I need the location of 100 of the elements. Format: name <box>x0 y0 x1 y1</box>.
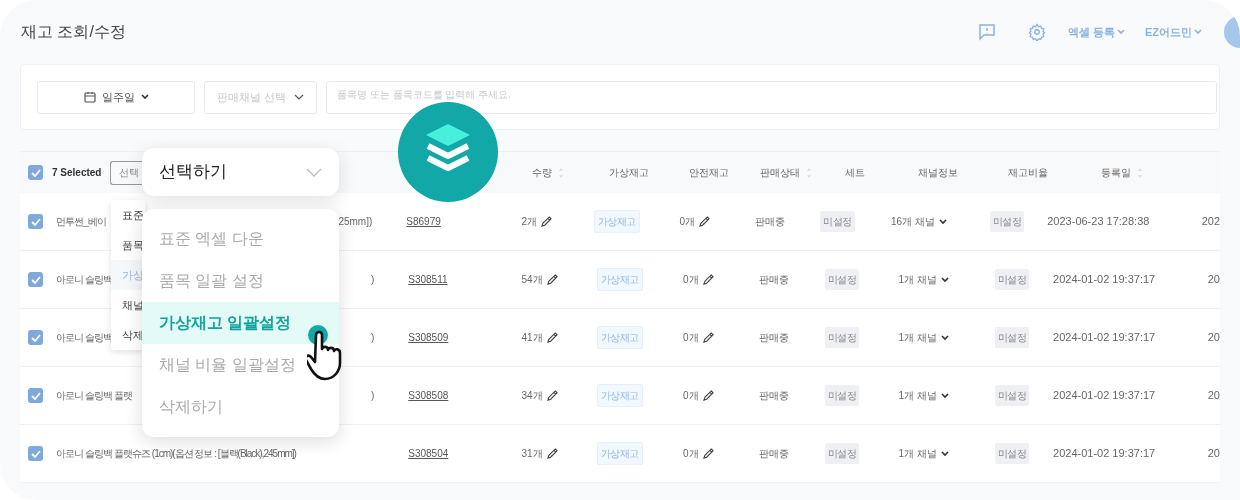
ratio-tag: 미설정 <box>994 443 1030 464</box>
checkbox[interactable] <box>28 165 43 180</box>
channel-info[interactable]: 1개 채널 <box>898 446 937 461</box>
chevron-down-icon <box>940 276 949 283</box>
pencil-icon[interactable] <box>546 390 558 401</box>
menu-item[interactable]: 표준 <box>111 200 145 230</box>
set-tag: 미설정 <box>820 211 855 232</box>
date-text: 2023-06-23 17:28:38 <box>1047 214 1150 230</box>
product-name: 아로니 슬링백 플랫슈즈 (1cm)(옵션 정보 : [블랙(Black),245mm]) <box>56 447 296 461</box>
selection-count: 7 Selected <box>52 166 102 180</box>
chevron-down-icon <box>1194 29 1202 35</box>
message-alert-icon[interactable] <box>977 23 996 41</box>
product-code-link[interactable]: S308508 <box>408 390 449 401</box>
ratio-tag: 미설정 <box>994 385 1030 406</box>
column-header: 등록일 <box>1100 166 1131 180</box>
table-cell: 202 <box>1201 215 1220 228</box>
sort-icon[interactable] <box>806 166 812 179</box>
date-text: 2024-01-02 19:37:17 <box>1053 446 1156 462</box>
action-select[interactable]: 선택하기 <box>142 148 339 196</box>
sale-status-text: 판매중 <box>755 215 786 229</box>
chevron-down-icon <box>1116 29 1125 35</box>
product-code-link[interactable]: S308504 <box>408 448 449 459</box>
checkbox[interactable] <box>28 214 43 229</box>
table-cell: 20 <box>1207 447 1220 460</box>
date-text: 2024-01-02 19:37:17 <box>1053 388 1156 404</box>
chevron-down-icon <box>938 218 947 225</box>
safety-stock-text: 0개 <box>679 215 696 229</box>
product-name: ) <box>370 331 375 345</box>
pencil-icon[interactable] <box>541 216 553 227</box>
set-tag: 미설정 <box>824 385 860 406</box>
ratio-tag: 미설정 <box>989 211 1025 232</box>
channel-info[interactable]: 1개 채널 <box>898 388 937 403</box>
ratio-tag: 미설정 <box>994 269 1030 290</box>
checkbox[interactable] <box>28 388 43 403</box>
period-select[interactable]: 일주일 <box>37 80 195 114</box>
page-title: 재고 조회/수정 <box>21 22 126 42</box>
set-tag: 미설정 <box>824 327 860 348</box>
product-name: 아로니 슬링백 플랫 <box>56 389 133 403</box>
chevron-down-icon <box>306 167 322 177</box>
safety-stock-text: 0개 <box>683 447 699 461</box>
sale-status-text: 판매중 <box>759 389 790 403</box>
safety-stock-text: 0개 <box>683 331 699 345</box>
checkbox[interactable] <box>28 330 43 345</box>
pencil-icon[interactable] <box>702 448 714 459</box>
menu-item[interactable]: 품목 <box>111 230 145 260</box>
table-cell: 20 <box>1207 273 1220 286</box>
product-name: 25mm]) <box>338 215 373 229</box>
quantity-text: 31개 <box>521 447 543 461</box>
chevron-down-icon <box>294 94 304 100</box>
safety-stock-text: 0개 <box>683 389 699 403</box>
chevron-down-icon <box>940 334 949 341</box>
chevron-down-icon <box>940 392 949 399</box>
pencil-icon[interactable] <box>702 390 714 401</box>
pencil-icon[interactable] <box>702 332 714 343</box>
settings-icon[interactable] <box>1027 23 1046 41</box>
product-code-link[interactable]: S308509 <box>408 332 449 343</box>
pencil-icon[interactable] <box>699 216 711 227</box>
safety-stock-text: 0개 <box>683 273 699 287</box>
chevron-down-icon <box>940 450 949 457</box>
ratio-tag: 미설정 <box>994 327 1030 348</box>
column-header: 채널정보 <box>918 166 958 180</box>
column-header: 재고비율 <box>1008 166 1048 180</box>
chevron-down-icon <box>140 94 149 100</box>
sort-icon[interactable] <box>557 166 564 179</box>
pencil-icon[interactable] <box>546 448 558 459</box>
pencil-icon[interactable] <box>702 274 714 285</box>
product-code-link[interactable]: S308511 <box>408 274 448 285</box>
product-name: 먼투썬_베이 <box>56 215 106 229</box>
sale-status-text: 판매중 <box>759 331 790 345</box>
channel-info[interactable]: 1개 채널 <box>898 330 937 345</box>
set-tag: 미설정 <box>824 269 860 290</box>
column-header: 판매상태 <box>760 166 800 180</box>
checkbox[interactable] <box>28 446 43 461</box>
sale-status-text: 판매중 <box>759 273 790 287</box>
pencil-icon[interactable] <box>546 274 558 285</box>
quantity-text: 2개 <box>521 215 538 229</box>
product-name: ) <box>370 389 375 403</box>
menu-item[interactable]: 채널 <box>111 290 145 320</box>
product-name: ) <box>370 273 375 287</box>
column-header: 세트 <box>845 166 865 180</box>
column-header: 가상재고 <box>609 166 649 180</box>
menu-item[interactable]: 삭제 <box>111 320 145 350</box>
date-text: 2024-01-02 19:37:17 <box>1053 272 1156 288</box>
date-text: 2024-01-02 19:37:17 <box>1053 330 1156 346</box>
channel-info[interactable]: 1개 채널 <box>898 272 937 287</box>
column-header: 수량 <box>531 166 552 180</box>
checkbox[interactable] <box>28 272 43 287</box>
sale-status-text: 판매중 <box>759 447 790 461</box>
quantity-text: 41개 <box>521 331 543 345</box>
table-cell: 20 <box>1207 389 1220 402</box>
table-cell: 20 <box>1207 331 1220 344</box>
quantity-text: 54개 <box>521 273 543 287</box>
column-header: 안전재고 <box>689 166 729 180</box>
quantity-text: 34개 <box>521 389 543 403</box>
product-code-link[interactable]: S86979 <box>406 216 441 227</box>
channel-info[interactable]: 16개 채널 <box>890 214 935 229</box>
calendar-icon <box>83 91 96 103</box>
set-tag: 미설정 <box>824 443 860 464</box>
sort-icon[interactable] <box>1136 166 1143 179</box>
pencil-icon[interactable] <box>546 332 558 343</box>
